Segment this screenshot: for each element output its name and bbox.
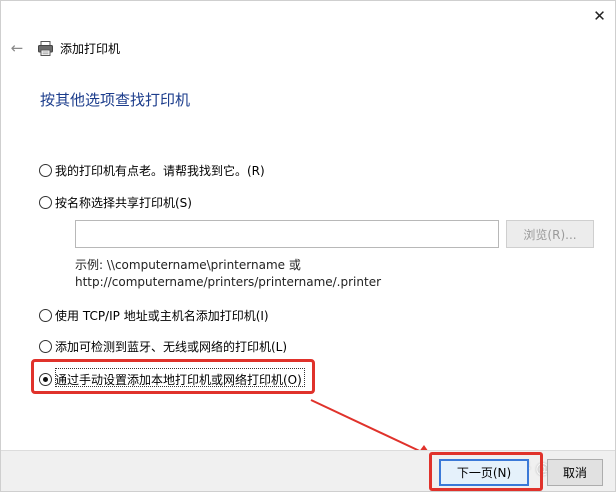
add-printer-window: ✕ ← 添加打印机 按其他选项查找打印机 我的打印机有点老。请帮我找到它。(R)… — [0, 0, 616, 492]
option-bluetooth-wireless[interactable]: 添加可检测到蓝牙、无线或网络的打印机(L) — [39, 338, 287, 355]
option-old-printer-label: 我的打印机有点老。请帮我找到它。(R) — [55, 164, 265, 178]
option-shared-printer[interactable]: 按名称选择共享打印机(S) — [39, 194, 192, 211]
option-tcpip[interactable]: 使用 TCP/IP 地址或主机名添加打印机(I) — [39, 307, 269, 324]
page-heading: 按其他选项查找打印机 — [40, 91, 191, 109]
annotation-highlight-option — [31, 359, 315, 394]
radio-shared-printer[interactable] — [39, 196, 52, 209]
example-text: 示例: \\computername\printername 或 http://… — [75, 257, 381, 291]
browse-button[interactable]: 浏览(R)... — [506, 220, 594, 248]
close-button[interactable]: ✕ — [584, 1, 615, 31]
back-button[interactable]: ← — [8, 39, 26, 57]
option-bluetooth-wireless-label: 添加可检测到蓝牙、无线或网络的打印机(L) — [55, 340, 288, 354]
option-shared-printer-label: 按名称选择共享打印机(S) — [55, 196, 192, 210]
shared-printer-name-input[interactable] — [75, 220, 499, 248]
option-tcpip-label: 使用 TCP/IP 地址或主机名添加打印机(I) — [55, 309, 269, 323]
option-old-printer[interactable]: 我的打印机有点老。请帮我找到它。(R) — [39, 162, 265, 179]
cancel-button[interactable]: 取消 — [547, 459, 603, 486]
radio-bluetooth-wireless[interactable] — [39, 340, 52, 353]
back-arrow-icon: ← — [10, 39, 24, 57]
printer-icon — [38, 41, 53, 56]
close-icon: ✕ — [593, 7, 606, 25]
radio-old-printer[interactable] — [39, 164, 52, 177]
next-button[interactable]: 下一页(N) — [439, 459, 529, 486]
example-line-2: http://computername/printers/printername… — [75, 275, 382, 289]
example-line-1: 示例: \\computername\printername 或 — [75, 258, 301, 272]
window-title: 添加打印机 — [60, 42, 121, 56]
radio-tcpip[interactable] — [39, 309, 52, 322]
